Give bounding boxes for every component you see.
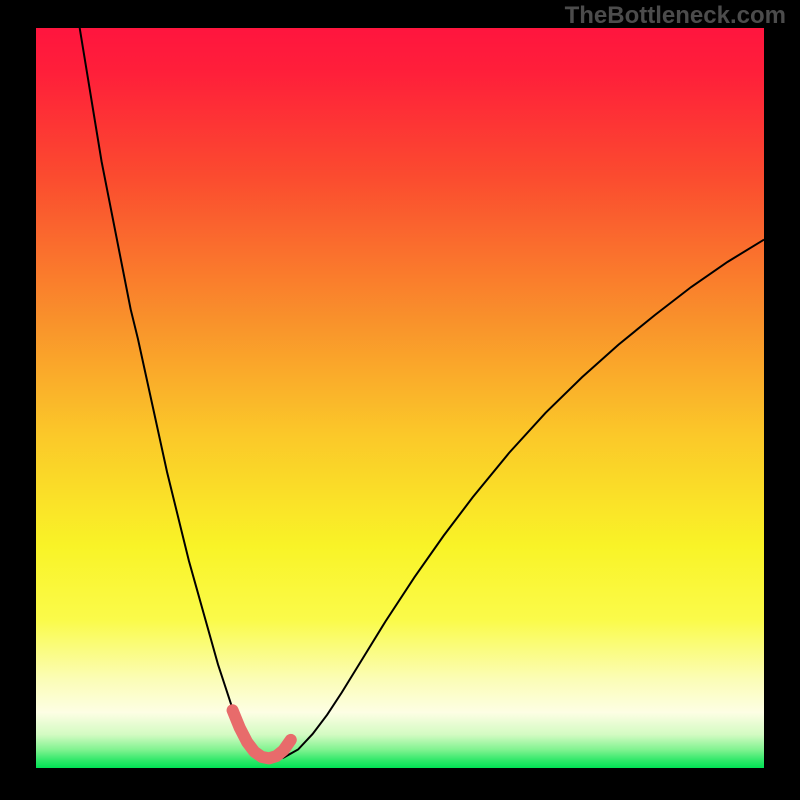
watermark-text: TheBottleneck.com	[565, 2, 786, 30]
chart-container: TheBottleneck.com	[0, 0, 800, 800]
plot-area	[36, 28, 764, 768]
chart-svg	[36, 28, 764, 768]
gradient-background	[36, 28, 764, 768]
